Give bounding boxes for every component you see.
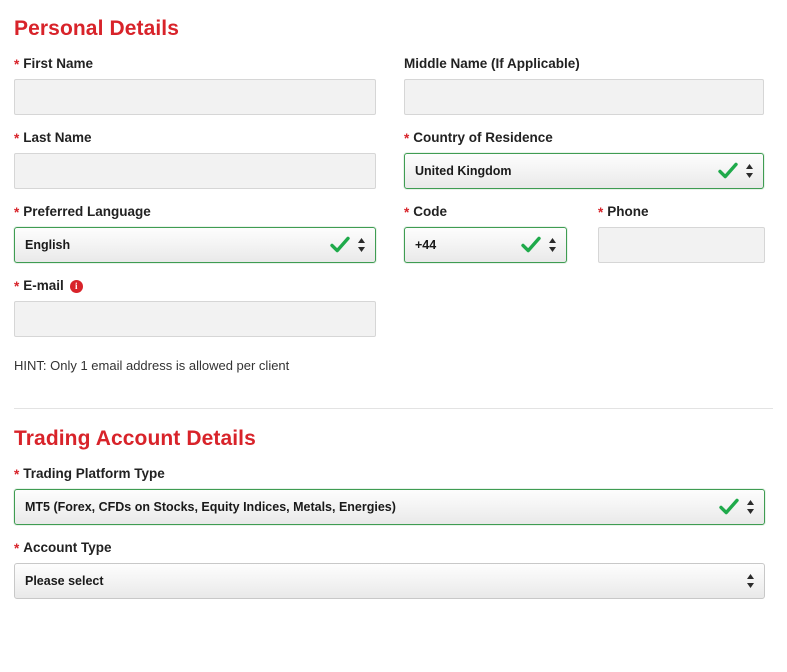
account-type-select-box[interactable]: Please select: [14, 563, 765, 599]
account-type-select-value: Please select: [25, 574, 104, 588]
form-row-email: * E-mail i: [14, 263, 773, 337]
country-label-text: Country of Residence: [413, 130, 553, 145]
required-asterisk: *: [404, 205, 410, 220]
field-group-preferred-language: * Preferred Language English: [14, 189, 404, 263]
preferred-language-select[interactable]: English: [14, 227, 376, 263]
field-group-code: * Code +44: [404, 189, 598, 263]
field-group-last-name: * Last Name: [14, 115, 404, 189]
stepper-arrows-icon[interactable]: [745, 163, 754, 179]
last-name-input[interactable]: [14, 153, 376, 189]
country-select[interactable]: United Kingdom: [404, 153, 764, 189]
country-select-box[interactable]: United Kingdom: [404, 153, 764, 189]
trading-platform-label-text: Trading Platform Type: [23, 466, 165, 481]
phone-label: * Phone: [598, 189, 784, 227]
field-group-country: * Country of Residence United Kingdom: [404, 115, 769, 189]
email-input[interactable]: [14, 301, 376, 337]
required-asterisk: *: [14, 57, 20, 72]
field-group-middle-name: Middle Name (If Applicable): [404, 41, 769, 115]
form-row-trading-platform: * Trading Platform Type MT5 (Forex, CFDs…: [14, 451, 773, 525]
check-icon: [330, 236, 350, 253]
phone-label-text: Phone: [607, 204, 649, 219]
check-icon: [521, 236, 541, 253]
email-label: * E-mail i: [14, 263, 404, 301]
preferred-language-select-value: English: [25, 238, 71, 252]
country-select-value: United Kingdom: [415, 164, 512, 178]
middle-name-label: Middle Name (If Applicable): [404, 41, 769, 79]
middle-name-input[interactable]: [404, 79, 764, 115]
field-group-account-type: * Account Type Please select: [14, 525, 773, 599]
stepper-arrows-icon[interactable]: [746, 573, 755, 589]
form-row-language-code-phone: * Preferred Language English * Code +44 …: [14, 189, 773, 263]
form-row-account-type: * Account Type Please select: [14, 525, 773, 599]
check-icon: [719, 498, 739, 515]
required-asterisk: *: [404, 131, 410, 146]
registration-form: Personal Details * First Name Middle Nam…: [0, 0, 787, 599]
code-select-value: +44: [415, 238, 437, 252]
trading-platform-select-value: MT5 (Forex, CFDs on Stocks, Equity Indic…: [25, 500, 396, 514]
trading-account-details-heading: Trading Account Details: [14, 427, 256, 450]
form-row-lastname-country: * Last Name * Country of Residence Unite…: [14, 115, 773, 189]
last-name-label-text: Last Name: [23, 130, 92, 145]
required-asterisk: *: [14, 467, 20, 482]
preferred-language-label: * Preferred Language: [14, 189, 404, 227]
first-name-input[interactable]: [14, 79, 376, 115]
field-group-first-name: * First Name: [14, 41, 404, 115]
preferred-language-label-text: Preferred Language: [23, 204, 151, 219]
required-asterisk: *: [14, 279, 20, 294]
stepper-arrows-icon[interactable]: [357, 237, 366, 253]
field-group-trading-platform: * Trading Platform Type MT5 (Forex, CFDs…: [14, 451, 773, 525]
required-asterisk: *: [14, 205, 20, 220]
trading-platform-label: * Trading Platform Type: [14, 451, 773, 489]
last-name-label: * Last Name: [14, 115, 404, 153]
required-asterisk: *: [14, 131, 20, 146]
field-group-phone: * Phone: [598, 189, 784, 263]
code-label: * Code: [404, 189, 598, 227]
required-asterisk: *: [14, 541, 20, 556]
info-icon[interactable]: i: [69, 279, 83, 293]
check-icon: [718, 162, 738, 179]
field-group-email: * E-mail i: [14, 263, 404, 337]
email-hint: HINT: Only 1 email address is allowed pe…: [14, 358, 290, 373]
trading-platform-select[interactable]: MT5 (Forex, CFDs on Stocks, Equity Indic…: [14, 489, 765, 525]
trading-platform-select-box[interactable]: MT5 (Forex, CFDs on Stocks, Equity Indic…: [14, 489, 765, 525]
code-label-text: Code: [413, 204, 448, 219]
form-row-names: * First Name Middle Name (If Applicable): [14, 41, 773, 115]
required-asterisk: *: [598, 205, 604, 220]
stepper-arrows-icon[interactable]: [746, 499, 755, 515]
first-name-label: * First Name: [14, 41, 404, 79]
stepper-arrows-icon[interactable]: [548, 237, 557, 253]
first-name-label-text: First Name: [23, 56, 94, 71]
code-select-box[interactable]: +44: [404, 227, 567, 263]
account-type-label-text: Account Type: [23, 540, 112, 555]
personal-details-heading: Personal Details: [14, 17, 180, 40]
middle-name-label-text: Middle Name (If Applicable): [404, 56, 580, 71]
country-label: * Country of Residence: [404, 115, 769, 153]
email-label-text: E-mail: [23, 278, 64, 293]
account-type-label: * Account Type: [14, 525, 773, 563]
account-type-select[interactable]: Please select: [14, 563, 765, 599]
phone-input[interactable]: [598, 227, 765, 263]
preferred-language-select-box[interactable]: English: [14, 227, 376, 263]
code-select[interactable]: +44: [404, 227, 567, 263]
